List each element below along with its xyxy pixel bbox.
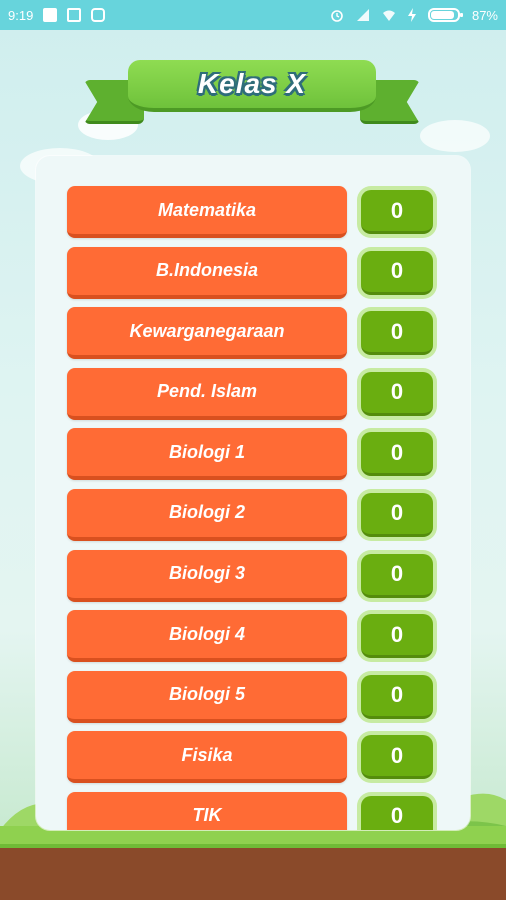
list-item: Biologi 2 0 xyxy=(67,488,439,541)
subject-button-biologi-3[interactable]: Biologi 3 xyxy=(67,549,347,602)
score-value: 0 xyxy=(361,190,433,234)
signal-icon xyxy=(356,9,369,21)
score-badge: 0 xyxy=(357,367,437,420)
app-notification-icon xyxy=(67,8,82,22)
ground-dirt xyxy=(0,844,506,900)
status-icons: 87% xyxy=(330,8,498,23)
list-item: Kewarganegaraan 0 xyxy=(67,307,439,360)
list-item: Fisika 0 xyxy=(67,731,439,784)
subject-button-biologi-4[interactable]: Biologi 4 xyxy=(67,610,347,663)
list-item: Matematika 0 xyxy=(67,186,439,238)
cloud xyxy=(420,120,490,152)
subject-button-biologi-1[interactable]: Biologi 1 xyxy=(67,428,347,481)
score-value: 0 xyxy=(361,432,433,477)
subject-button-pend-islam[interactable]: Pend. Islam xyxy=(67,367,347,420)
page-title: Kelas X xyxy=(197,68,307,99)
list-item: Biologi 3 0 xyxy=(67,549,439,602)
list-item: Biologi 1 0 xyxy=(67,428,439,481)
score-badge: 0 xyxy=(357,186,437,238)
score-badge: 0 xyxy=(357,307,437,360)
score-badge: 0 xyxy=(357,488,437,541)
subject-button-matematika[interactable]: Matematika xyxy=(67,186,347,238)
wifi-icon xyxy=(382,10,395,21)
list-item: TIK 0 xyxy=(67,791,439,830)
list-item: Biologi 4 0 xyxy=(67,610,439,663)
alarm-icon xyxy=(331,10,343,22)
score-value: 0 xyxy=(361,492,433,537)
score-value: 0 xyxy=(361,795,433,830)
score-value: 0 xyxy=(361,674,433,719)
battery-icon xyxy=(427,8,463,22)
subject-button-b-indonesia[interactable]: B.Indonesia xyxy=(67,246,347,299)
subject-button-fisika[interactable]: Fisika xyxy=(67,731,347,784)
battery-percent: 87% xyxy=(471,7,498,23)
subject-list: Matematika 0 B.Indonesia 0 Kewarganegara… xyxy=(67,186,439,830)
subject-button-biologi-5[interactable]: Biologi 5 xyxy=(67,670,347,723)
notification-icon xyxy=(43,8,58,22)
score-badge: 0 xyxy=(357,670,437,723)
subject-panel: Matematika 0 B.Indonesia 0 Kewarganegara… xyxy=(36,156,470,830)
score-value: 0 xyxy=(361,735,433,780)
list-item: Biologi 5 0 xyxy=(67,670,439,723)
score-badge: 0 xyxy=(357,731,437,784)
android-notification-icon xyxy=(91,8,106,22)
score-badge: 0 xyxy=(357,791,437,830)
score-badge: 0 xyxy=(357,610,437,663)
score-value: 0 xyxy=(361,250,433,295)
score-badge: 0 xyxy=(357,246,437,299)
score-value: 0 xyxy=(361,311,433,356)
charging-icon xyxy=(407,8,416,22)
status-time: 9:19 xyxy=(8,7,34,23)
score-value: 0 xyxy=(361,553,433,598)
list-item: Pend. Islam 0 xyxy=(67,367,439,420)
status-bar: 9:19 87% xyxy=(0,0,506,30)
subject-button-biologi-2[interactable]: Biologi 2 xyxy=(67,488,347,541)
score-badge: 0 xyxy=(357,549,437,602)
score-value: 0 xyxy=(361,614,433,659)
score-badge: 0 xyxy=(357,428,437,481)
subject-button-tik[interactable]: TIK xyxy=(67,791,347,830)
score-value: 0 xyxy=(361,371,433,416)
title-ribbon: Kelas X xyxy=(84,54,420,136)
list-item: B.Indonesia 0 xyxy=(67,246,439,299)
battery-level xyxy=(430,11,454,19)
subject-button-kewarganegaraan[interactable]: Kewarganegaraan xyxy=(67,307,347,360)
